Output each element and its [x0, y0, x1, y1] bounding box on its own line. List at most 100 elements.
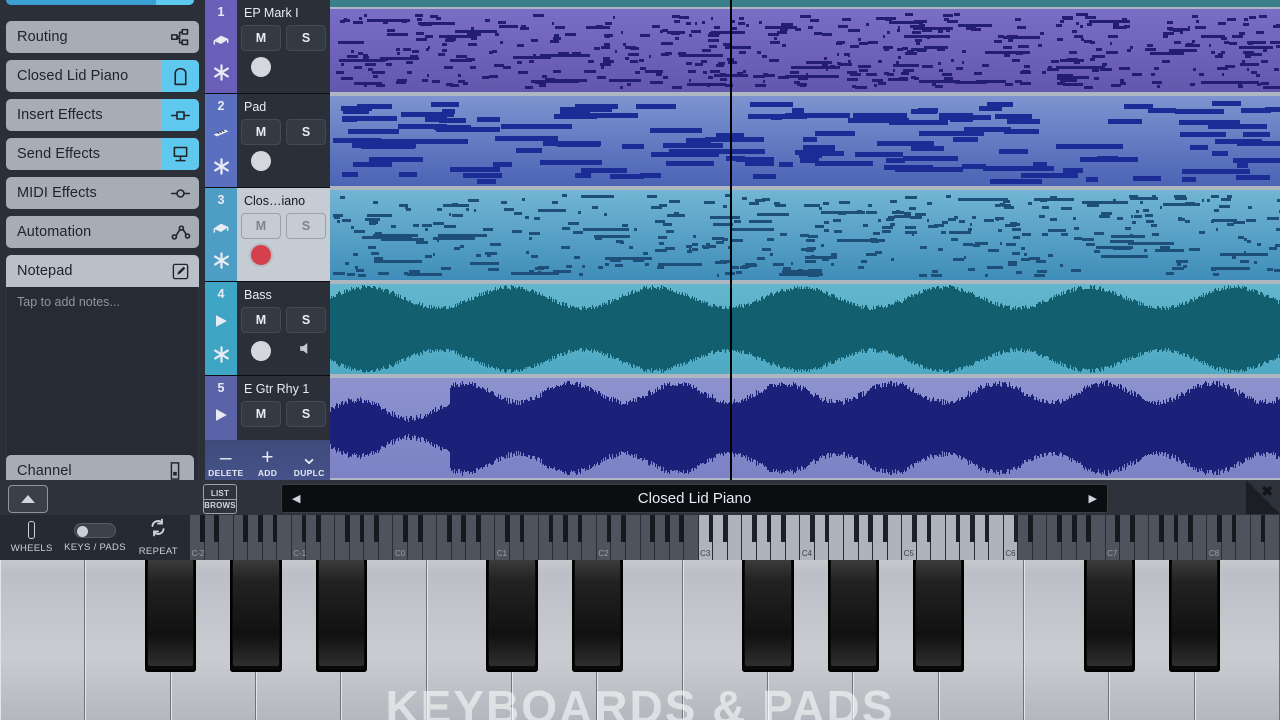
mute-button[interactable]: M — [241, 307, 281, 333]
track-side-strip[interactable]: 2 — [205, 94, 237, 187]
wheels-control[interactable]: WHEELS — [0, 515, 63, 560]
track-header[interactable]: 4 Bass M S — [205, 282, 330, 376]
grand-piano-icon[interactable] — [161, 60, 199, 92]
midi-effects-icon[interactable] — [161, 177, 199, 209]
sidebar-item-automation[interactable]: Automation — [6, 216, 199, 248]
track-region-lane[interactable] — [330, 188, 1280, 282]
automation-icon[interactable] — [161, 216, 199, 248]
insert-effects-icon[interactable] — [161, 99, 199, 131]
play-triangle-icon[interactable] — [211, 311, 231, 336]
overview-white-key[interactable] — [1236, 515, 1251, 560]
list-browse-button[interactable]: LIST BROWS — [203, 484, 237, 514]
mute-button[interactable]: M — [241, 25, 281, 51]
overview-white-key[interactable] — [684, 515, 699, 560]
grand-piano-icon[interactable] — [211, 29, 231, 54]
track-header[interactable]: 3 Clos…iano M S — [205, 188, 330, 282]
collapse-panel-button[interactable] — [8, 485, 48, 513]
overview-white-key[interactable] — [1192, 515, 1208, 560]
timeline-ruler[interactable] — [330, 0, 1280, 7]
overview-white-key[interactable] — [524, 515, 539, 560]
edit-pencil-icon[interactable] — [161, 255, 199, 287]
piano-black-key[interactable] — [315, 560, 367, 672]
sidebar-item-send-effects[interactable]: Send Effects — [6, 138, 199, 170]
instrument-name-bar[interactable]: ◀ Closed Lid Piano ▶ — [281, 484, 1108, 513]
track-body[interactable]: Bass M S — [237, 282, 330, 375]
asterisk-icon[interactable] — [212, 251, 231, 275]
solo-button[interactable]: S — [286, 25, 326, 51]
overview-white-key[interactable] — [1091, 515, 1106, 560]
overview-white-key[interactable] — [626, 515, 641, 560]
track-name-label[interactable]: EP Mark I — [241, 3, 326, 23]
grand-piano-icon[interactable] — [211, 217, 231, 242]
track-name-label[interactable]: Pad — [241, 97, 326, 117]
arrange-timeline-area[interactable] — [330, 0, 1280, 480]
overview-white-key[interactable] — [785, 515, 801, 560]
sidebar-item-routing[interactable]: Routing — [6, 21, 199, 53]
overview-white-key[interactable] — [582, 515, 597, 560]
delete-track-button[interactable]: – DELETE — [205, 440, 247, 480]
sidebar-item-insert-effects[interactable]: Insert Effects — [6, 99, 199, 131]
solo-button[interactable]: S — [286, 213, 326, 239]
asterisk-icon[interactable] — [212, 63, 231, 87]
record-arm-button[interactable] — [241, 57, 281, 77]
track-side-strip[interactable]: 1 — [205, 0, 237, 93]
piano-keyboard[interactable]: KEYBOARDS & PADS — [0, 560, 1280, 720]
track-region-lane[interactable] — [330, 94, 1280, 188]
piano-black-key[interactable] — [742, 560, 794, 672]
overview-white-key[interactable] — [727, 515, 743, 560]
overview-white-key[interactable] — [219, 515, 234, 560]
synth-keys-icon[interactable] — [211, 123, 231, 148]
mute-button[interactable]: M — [241, 213, 281, 239]
overview-white-key[interactable] — [931, 515, 946, 560]
track-body[interactable]: Clos…iano M S — [237, 188, 330, 281]
overview-white-key[interactable] — [1265, 515, 1280, 560]
add-track-button[interactable]: + ADD — [247, 440, 289, 480]
solo-button[interactable]: S — [286, 119, 326, 145]
track-name-label[interactable]: Clos…iano — [241, 191, 326, 211]
piano-black-key[interactable] — [486, 560, 538, 672]
record-arm-button[interactable] — [241, 151, 281, 171]
next-preset-button[interactable]: ▶ — [1089, 492, 1097, 505]
overview-white-key[interactable] — [378, 515, 394, 560]
piano-black-key[interactable] — [145, 560, 197, 672]
close-keyboard-button[interactable]: ✖ — [1246, 480, 1280, 514]
play-triangle-icon[interactable] — [211, 405, 231, 430]
track-header[interactable]: 1 EP Mark IMS — [205, 0, 330, 94]
sidebar-item-notepad[interactable]: Notepad — [6, 255, 199, 287]
piano-black-key[interactable] — [827, 560, 879, 672]
piano-black-key[interactable] — [1083, 560, 1135, 672]
keyboard-range-overview[interactable]: C-2 C-1 C0 C1 C2 C3 C4 C5 C6 C7 C8 — [190, 515, 1280, 560]
send-effects-icon[interactable] — [161, 138, 199, 170]
playhead-marker[interactable] — [730, 0, 732, 480]
track-body[interactable]: Pad M S — [237, 94, 330, 187]
overview-white-key[interactable] — [887, 515, 903, 560]
piano-black-key[interactable] — [230, 560, 282, 672]
solo-button[interactable]: S — [286, 307, 326, 333]
asterisk-icon[interactable] — [212, 157, 231, 181]
overview-white-key[interactable] — [989, 515, 1004, 560]
track-name-label[interactable]: Bass — [241, 285, 326, 305]
piano-black-key[interactable] — [913, 560, 965, 672]
overview-white-key[interactable] — [277, 515, 292, 560]
mute-button[interactable]: M — [241, 119, 281, 145]
routing-icon[interactable] — [161, 21, 199, 53]
asterisk-icon[interactable] — [212, 345, 231, 369]
monitor-button[interactable] — [286, 339, 326, 363]
overview-white-key[interactable] — [480, 515, 496, 560]
track-region-lane[interactable] — [330, 376, 1280, 480]
keys-pads-toggle[interactable]: KEYS / PADS — [63, 515, 126, 560]
track-region-lane[interactable] — [330, 282, 1280, 376]
track-region-lane[interactable] — [330, 7, 1280, 94]
overview-white-key[interactable] — [320, 515, 336, 560]
track-side-strip[interactable]: 3 — [205, 188, 237, 281]
piano-black-key[interactable] — [1169, 560, 1221, 672]
overview-white-key[interactable] — [1032, 515, 1048, 560]
piano-white-key[interactable] — [0, 560, 86, 720]
sidebar-item-midi-effects[interactable]: MIDI Effects — [6, 177, 199, 209]
solo-button[interactable]: S — [286, 401, 326, 427]
track-header[interactable]: 2 Pad M S — [205, 94, 330, 188]
record-arm-button[interactable] — [241, 245, 281, 265]
track-name-label[interactable]: E Gtr Rhy 1 — [241, 379, 326, 399]
duplicate-track-button[interactable]: ⌄ DUPLC — [288, 440, 330, 480]
overview-white-key[interactable] — [1134, 515, 1150, 560]
